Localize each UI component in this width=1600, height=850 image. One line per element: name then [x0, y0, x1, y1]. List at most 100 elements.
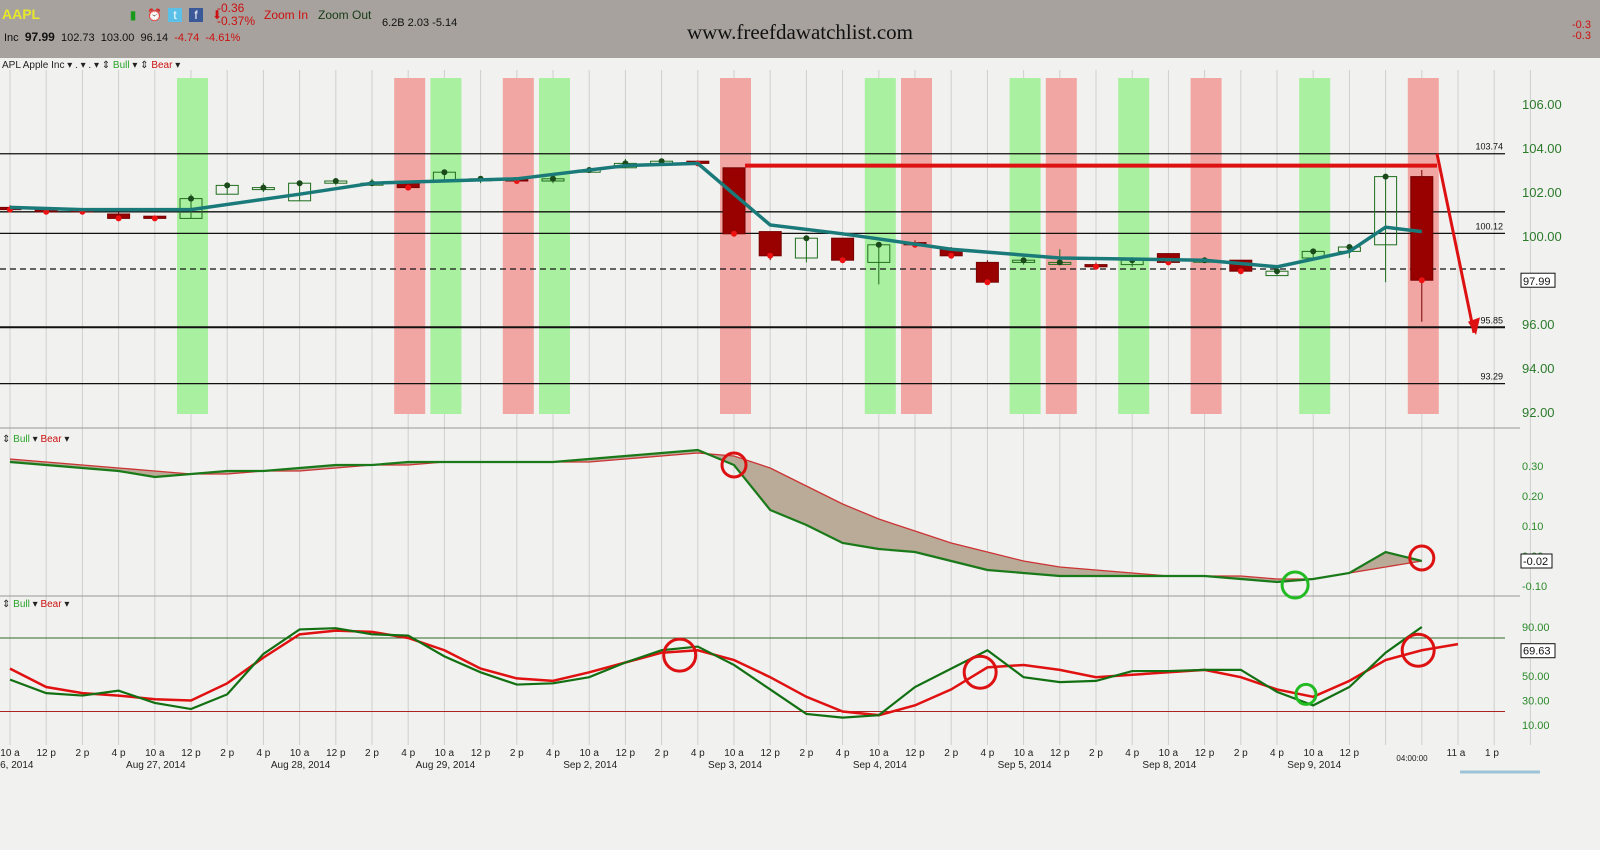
close-marker [550, 175, 556, 182]
macd-current-label: -0.02 [1523, 556, 1548, 568]
time-tick: 12 p [36, 748, 56, 759]
time-tick: 4 p [836, 748, 850, 759]
macd-fill [10, 450, 1422, 582]
close-marker [115, 215, 122, 222]
time-tick: 12 p [471, 748, 491, 759]
time-tick: 10 a [1159, 748, 1179, 759]
bear-band [1190, 78, 1222, 414]
date-tick: Sep 2, 2014 [563, 760, 617, 771]
time-tick: 10 a [0, 748, 20, 759]
price-tick: 100.00 [1522, 229, 1562, 244]
macd-bull-line [9, 448, 1423, 584]
time-tick: 12 p [326, 748, 346, 759]
level-label: 100.12 [1475, 221, 1503, 231]
close-marker [1310, 248, 1317, 255]
close-marker [1237, 268, 1244, 275]
price-legend: APL Apple Inc ▾ . ▾ . ▾ ⇕ Bull ▾ ⇕ Bear … [2, 60, 181, 71]
date-tick: Sep 9, 2014 [1287, 760, 1341, 771]
time-tick: 2 p [944, 748, 958, 759]
price-tick: 102.00 [1522, 185, 1562, 200]
time-tick: 10 a [145, 748, 165, 759]
close-marker [1056, 259, 1063, 266]
close-marker [839, 257, 846, 264]
time-tick: 10 a [1303, 748, 1323, 759]
close-marker [984, 279, 991, 286]
time-tick: 12 p [1195, 748, 1215, 759]
close-marker [1274, 268, 1280, 275]
time-tick: 1 p [1485, 748, 1499, 759]
time-tick: 4 p [1125, 748, 1139, 759]
stoch-tick: 30.00 [1522, 695, 1550, 707]
bull-band [539, 78, 570, 414]
time-tick: 10 a [290, 748, 310, 759]
legend-bull[interactable]: Bull [13, 599, 30, 610]
close-marker [731, 230, 737, 237]
bear-band [502, 78, 534, 414]
time-tick: 4 p [1270, 748, 1284, 759]
bear-band [720, 78, 751, 414]
legend-dot: . [88, 60, 92, 71]
bear-band [394, 78, 426, 414]
price-series-name[interactable]: APL Apple Inc [2, 60, 64, 71]
close-marker [332, 178, 339, 184]
date-tick: Sep 5, 2014 [998, 760, 1052, 771]
time-tick: 10 a [1014, 748, 1034, 759]
close-marker [296, 180, 303, 187]
bull-band [177, 78, 208, 414]
stoch-bull-line [9, 626, 1423, 719]
bull-band [1009, 78, 1041, 414]
close-marker [188, 195, 194, 202]
stoch-tick: 50.00 [1522, 671, 1550, 683]
close-marker [1020, 257, 1027, 264]
time-tick: 4 p [112, 748, 126, 759]
legend-bear[interactable]: Bear [40, 434, 61, 445]
time-tick: 2 p [1089, 748, 1103, 759]
time-tick: 4 p [691, 748, 705, 759]
time-tick: 2 p [365, 748, 379, 759]
highlight-circle [1280, 570, 1310, 600]
level-label: 103.74 [1475, 142, 1503, 152]
date-tick: Aug 29, 2014 [416, 760, 476, 771]
close-marker [151, 215, 158, 222]
chart-canvas[interactable]: 103.74 100.12 95.85 93.29 106.00 104.00 102.00… [0, 0, 1600, 850]
time-tick: 12 p [1050, 748, 1070, 759]
time-tick: 4 p [401, 748, 415, 759]
time-tick: 10 a [724, 748, 744, 759]
date-tick: Sep 3, 2014 [708, 760, 762, 771]
legend-bear[interactable]: Bear [151, 60, 172, 71]
close-marker [767, 252, 774, 259]
price-tick: 104.00 [1522, 141, 1562, 156]
time-tick: 4 p [980, 748, 994, 759]
close-marker [948, 252, 955, 259]
legend-bull[interactable]: Bull [113, 60, 130, 71]
time-tick: 10 a [435, 748, 455, 759]
bull-band [430, 78, 462, 414]
close-marker [1418, 277, 1425, 284]
time-tick: 12 p [905, 748, 925, 759]
close-marker [1093, 263, 1099, 270]
close-marker [441, 169, 448, 176]
candle-body [758, 231, 782, 257]
time-tick: 2 p [799, 748, 813, 759]
time-tick: 12 p [1340, 748, 1360, 759]
time-tick: 2 p [655, 748, 669, 759]
time-tick: 11 a [1447, 748, 1466, 759]
bull-band [1299, 78, 1331, 414]
time-tick: 12 p [181, 748, 201, 759]
level-label: 95.85 [1480, 315, 1503, 325]
time-tick: 12 p [760, 748, 780, 759]
legend-bear[interactable]: Bear [40, 599, 61, 610]
time-tick: 2 p [510, 748, 524, 759]
close-marker [260, 184, 267, 191]
date-tick: Aug 28, 2014 [271, 760, 331, 771]
date-tick: Sep 4, 2014 [853, 760, 907, 771]
price-tick: 106.00 [1522, 97, 1562, 112]
down-arrow-line [1435, 153, 1476, 334]
stoch-legend: ⇕ Bull ▾ Bear ▾ [2, 599, 70, 610]
date-tick: Sep 8, 2014 [1142, 760, 1196, 771]
close-marker [1382, 173, 1389, 180]
legend-bull[interactable]: Bull [13, 434, 30, 445]
last-time-tick: 04:00:00 [1396, 754, 1428, 763]
date-tick: 26, 2014 [0, 760, 34, 771]
level-label: 93.29 [1480, 372, 1503, 382]
